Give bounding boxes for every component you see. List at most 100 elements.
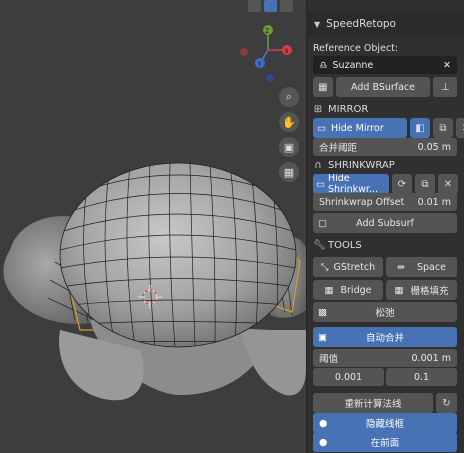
auto-merge-label: 自动合并	[365, 333, 404, 344]
relax-label: 松弛	[375, 308, 395, 319]
zoom-button[interactable]: ⌕	[279, 87, 299, 107]
3d-viewport[interactable]: Z X Y ⌕ ✋ ▣ ▦	[0, 0, 306, 453]
shrinkwrap-buttons-row: ▭ Hide Shrinkwr... ⟳ ⧉ ✕	[313, 174, 458, 194]
hide-mirror-button[interactable]: ▭ Hide Mirror	[313, 118, 407, 138]
retopo-mesh	[59, 162, 297, 348]
add-subsurf-button[interactable]: ▢ Add Subsurf	[313, 213, 457, 233]
recalc-normals-button[interactable]: 重新计算法线	[313, 393, 433, 413]
xray-icon[interactable]	[280, 0, 293, 12]
panel-title: SpeedRetopo	[326, 18, 396, 30]
reference-value: Suzanne	[332, 59, 374, 71]
tools-row-1: ⤡ GStretch ⇹ Space	[313, 257, 457, 277]
grid-view-icon: ▦	[283, 165, 295, 179]
tools-row-2: ▦ Bridge ▦ 栅格填充	[313, 280, 457, 300]
in-front-row: ● 在前面	[313, 432, 457, 452]
threshold-row[interactable]: 阈值 0.001 m	[313, 348, 457, 368]
relax-button[interactable]: ▩ 松弛	[313, 302, 457, 322]
space-icon: ⇹	[397, 261, 405, 273]
value-a-field[interactable]: 0.001	[313, 368, 384, 386]
collapse-arrow-icon[interactable]: ▼	[314, 20, 320, 29]
magnet-icon: ∩	[314, 159, 322, 171]
space-button[interactable]: ⇹ Space	[386, 257, 457, 277]
threshold-value: 0.001 m	[411, 352, 451, 364]
navigation-gizmo[interactable]: Z X Y	[240, 25, 292, 82]
mirror-header: MIRROR	[328, 103, 369, 115]
gizmo-y-label: Y	[257, 61, 262, 68]
add-bsurface-row: ▦ Add BSurface ⊥	[313, 77, 457, 97]
auto-merge-toggle[interactable]: ▣ 自动合并	[313, 327, 457, 347]
shrinkwrap-remove-icon[interactable]: ✕	[438, 174, 458, 194]
tools-section-header: 🔧︎ TOOLS	[313, 237, 362, 253]
shrinkwrap-header: SHRINKWRAP	[328, 159, 395, 171]
merge-threshold-row[interactable]: 合并阈距 0.05 m	[313, 137, 457, 157]
flip-normals-icon[interactable]: ↻	[436, 393, 457, 413]
shrinkwrap-refresh-icon[interactable]: ⟳	[392, 174, 412, 194]
grid-fill-button[interactable]: ▦ 栅格填充	[386, 280, 457, 300]
panel-header[interactable]: ▼ SpeedRetopo	[306, 12, 464, 36]
shading-icon[interactable]	[248, 0, 261, 12]
shrinkwrap-apply-icon[interactable]: ⧉	[415, 174, 435, 194]
in-front-toggle[interactable]: ● 在前面	[313, 432, 457, 452]
grid-fill-icon: ▦	[394, 284, 404, 296]
reference-label: Reference Object:	[313, 42, 398, 54]
threshold-label: 阈值	[319, 354, 339, 365]
clear-icon[interactable]: ✕	[443, 60, 451, 71]
viewport-scene[interactable]: Z X Y	[0, 0, 306, 453]
values-row: 0.001 0.1	[313, 367, 457, 387]
mirror-apply-icon[interactable]: ⧉	[433, 118, 453, 138]
in-front-label: 在前面	[370, 438, 400, 449]
hide-wireframe-toggle[interactable]: ● 隐藏线框	[313, 413, 457, 433]
auto-merge-checkbox-icon: ▣	[318, 331, 327, 343]
monitor-icon: ▭	[317, 122, 326, 134]
merge-threshold-value: 0.05 m	[417, 141, 451, 153]
bridge-button[interactable]: ▦ Bridge	[313, 280, 383, 300]
grid-fill-label: 栅格填充	[410, 286, 449, 297]
tools-header: TOOLS	[328, 239, 362, 251]
add-subsurf-row: ▢ Add Subsurf	[313, 213, 457, 233]
gizmo-x-label: X	[285, 48, 289, 55]
shrinkwrap-offset-label: Shrinkwrap Offset	[319, 196, 405, 208]
reference-object-field[interactable]: ♎ Suzanne ✕	[313, 55, 457, 75]
space-label: Space	[417, 261, 446, 273]
shrinkwrap-section-header: ∩ SHRINKWRAP	[313, 157, 395, 173]
hide-shrinkwrap-button[interactable]: ▭ Hide Shrinkwr...	[313, 174, 389, 194]
hide-wireframe-label: 隐藏线框	[365, 419, 404, 430]
value-b-field[interactable]: 0.1	[386, 368, 457, 386]
in-front-dot-icon: ●	[319, 436, 328, 448]
camera-button[interactable]: ▣	[279, 137, 299, 157]
magnifier-icon: ⌕	[285, 90, 293, 103]
bsurface-icon: ▦	[313, 77, 333, 97]
wrench-icon: 🔧︎	[313, 239, 326, 251]
bridge-icon: ▦	[324, 284, 334, 296]
pan-button[interactable]: ✋	[279, 112, 299, 132]
hide-mirror-label: Hide Mirror	[330, 122, 384, 134]
hide-wireframe-row: ● 隐藏线框	[313, 413, 457, 433]
auto-merge-row: ▣ 自动合并	[313, 327, 457, 347]
recalc-normals-row: 重新计算法线 ↻	[313, 393, 457, 413]
gstretch-button[interactable]: ⤡ GStretch	[313, 257, 383, 277]
tools-row-3: ▩ 松弛	[313, 302, 457, 322]
gstretch-icon: ⤡	[320, 261, 329, 273]
ortho-toggle-button[interactable]: ▦	[279, 162, 299, 182]
merge-threshold-label: 合并阈距	[319, 143, 358, 154]
bridge-label: Bridge	[340, 284, 372, 296]
overlay-icon[interactable]	[264, 0, 277, 12]
shrinkwrap-offset-value: 0.01 m	[417, 196, 451, 208]
mirror-edit-icon[interactable]: ◧	[410, 118, 430, 138]
mirror-icon: ⊞	[313, 103, 323, 115]
gstretch-label: GStretch	[333, 261, 376, 273]
shrinkwrap-offset-row[interactable]: Shrinkwrap Offset 0.01 m	[313, 192, 457, 212]
gizmo-neg-x-axis[interactable]	[240, 48, 248, 56]
hide-shrinkwrap-label: Hide Shrinkwr...	[327, 174, 378, 194]
hide-wireframe-dot-icon: ●	[319, 417, 328, 429]
bsurface-tool-icon[interactable]: ⊥	[433, 77, 457, 97]
monitor-icon: ▭	[316, 178, 325, 190]
mirror-section-header: ⊞ MIRROR	[313, 101, 369, 117]
add-bsurface-button[interactable]: Add BSurface	[335, 77, 431, 97]
mirror-buttons-row: ▭ Hide Mirror ◧ ⧉ ✕	[313, 118, 464, 138]
mirror-remove-icon[interactable]: ✕	[456, 118, 464, 138]
gizmo-z-label: Z	[265, 28, 269, 35]
monkey-icon: ♎	[319, 59, 328, 71]
camera-icon: ▣	[283, 140, 295, 154]
gizmo-neg-z-axis[interactable]	[266, 74, 274, 82]
